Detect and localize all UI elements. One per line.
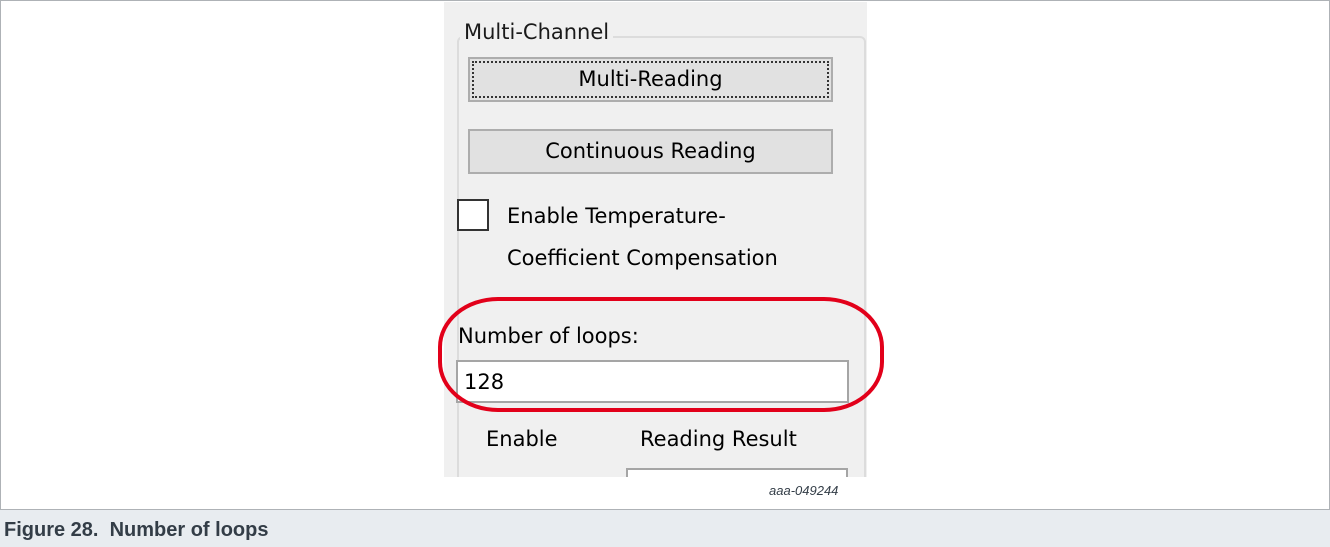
figure-caption: Figure 28. Number of loops xyxy=(4,519,269,541)
highlight-ellipse xyxy=(438,297,884,412)
caption-bar: Figure 28. Number of loops xyxy=(0,509,1330,547)
temperature-compensation-label: Enable Temperature- Coefficient Compensa… xyxy=(507,204,778,270)
enable-column-header: Enable xyxy=(486,427,558,451)
groupbox-title: Multi-Channel xyxy=(460,20,614,44)
reading-result-field[interactable] xyxy=(626,468,848,477)
temperature-compensation-checkbox[interactable] xyxy=(457,199,489,231)
continuous-reading-button[interactable]: Continuous Reading xyxy=(468,129,833,174)
reading-result-column-header: Reading Result xyxy=(640,427,797,451)
figure-frame: Multi-Channel Multi-Reading Continuous R… xyxy=(0,0,1330,510)
figure-id: aaa-049244 xyxy=(769,483,839,498)
multi-reading-button[interactable]: Multi-Reading xyxy=(468,57,833,102)
